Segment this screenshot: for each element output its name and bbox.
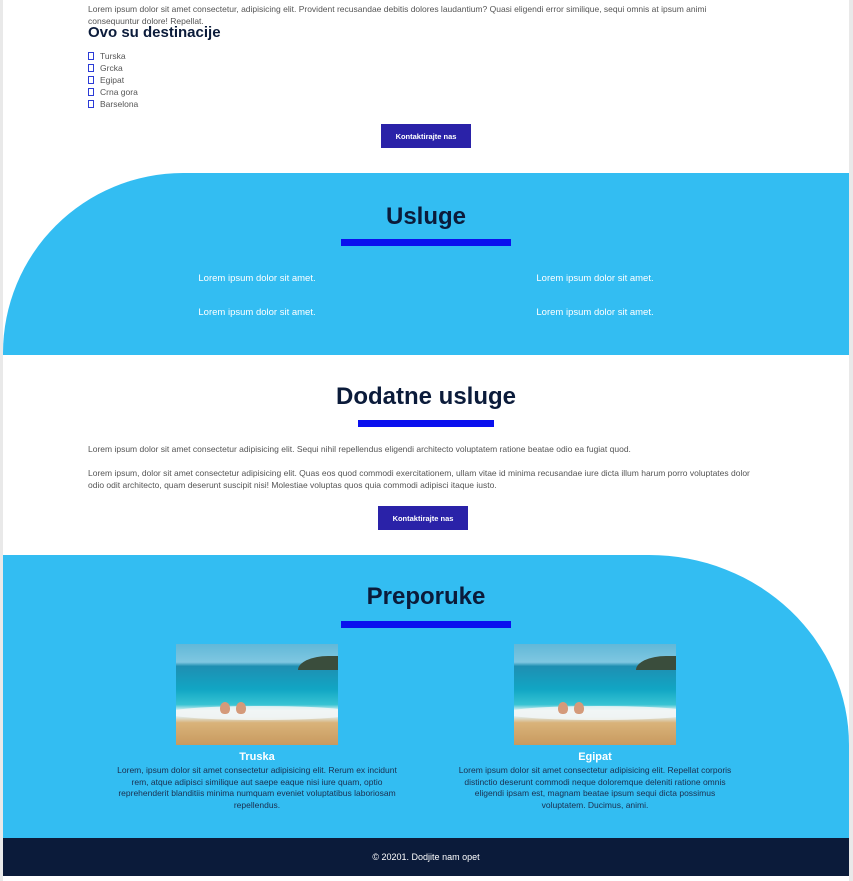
destinations-list: Turska Grcka Egipat Crna gora Barselona — [88, 50, 138, 110]
page-right-scrollbar[interactable] — [849, 0, 853, 881]
title-underline — [341, 239, 511, 246]
bullet-icon — [88, 64, 94, 72]
recommendations-section: Preporuke Truska Lorem, ipsum dolor sit … — [3, 555, 849, 838]
recommendation-description: Lorem ipsum dolor sit amet consectetur a… — [458, 765, 732, 810]
intro-paragraph: Lorem ipsum dolor sit amet consectetur, … — [88, 3, 707, 26]
recommendation-name: Egipat — [578, 751, 612, 763]
recommendation-card[interactable]: Egipat Lorem ipsum dolor sit amet consec… — [455, 644, 735, 811]
services-section: Usluge Lorem ipsum dolor sit amet. Lorem… — [3, 173, 849, 355]
extra-paragraph-1: Lorem ipsum dolor sit amet consectetur a… — [88, 444, 631, 454]
recommendations-title: Preporuke — [366, 583, 486, 610]
list-item: Turska — [88, 50, 138, 62]
list-item: Egipat — [88, 74, 138, 86]
contact-button[interactable]: Kontaktirajte nas — [378, 506, 468, 530]
extra-paragraph-2: Lorem ipsum, dolor sit amet consectetur … — [88, 468, 750, 490]
footer: © 20201. Dodjite nam opet — [3, 838, 849, 876]
service-item: Lorem ipsum dolor sit amet. — [198, 273, 316, 284]
service-item: Lorem ipsum dolor sit amet. — [536, 307, 654, 318]
service-item: Lorem ipsum dolor sit amet. — [198, 307, 316, 318]
beach-image — [514, 644, 676, 745]
recommendation-card[interactable]: Truska Lorem, ipsum dolor sit amet conse… — [117, 644, 397, 811]
bullet-icon — [88, 52, 94, 60]
bullet-icon — [88, 88, 94, 96]
bullet-icon — [88, 100, 94, 108]
destinations-heading: Ovo su destinacije — [88, 24, 221, 41]
extra-services-title: Dodatne usluge — [335, 383, 516, 410]
bullet-icon — [88, 76, 94, 84]
title-underline — [358, 420, 494, 427]
destinations-section: Lorem ipsum dolor sit amet consectetur, … — [3, 0, 849, 175]
service-item: Lorem ipsum dolor sit amet. — [536, 273, 654, 284]
recommendation-name: Truska — [239, 751, 275, 763]
beach-image — [176, 644, 338, 745]
recommendation-description: Lorem, ipsum dolor sit amet consectetur … — [117, 765, 397, 810]
title-underline — [341, 621, 511, 628]
contact-button[interactable]: Kontaktirajte nas — [381, 124, 471, 148]
services-title: Usluge — [385, 203, 466, 230]
list-item: Crna gora — [88, 86, 138, 98]
list-item: Barselona — [88, 98, 138, 110]
footer-copyright: © 20201. Dodjite nam opet — [372, 852, 480, 862]
list-item: Grcka — [88, 62, 138, 74]
